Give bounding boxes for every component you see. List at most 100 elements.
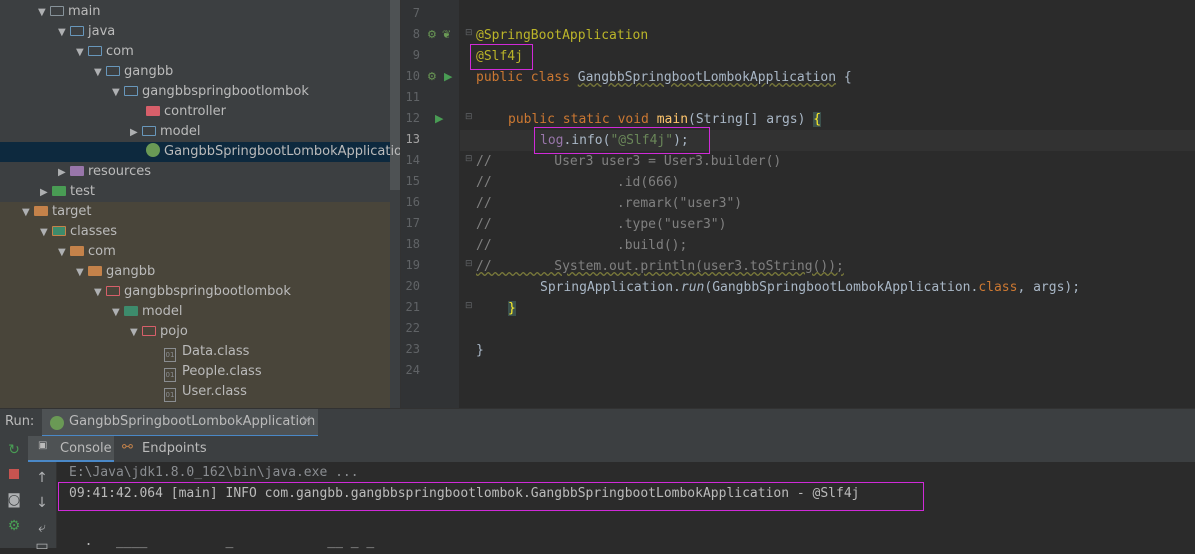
class-file-icon: 01	[164, 388, 176, 402]
project-tree: ▼ main ▼ java ▼ com ▼ gangbb ▼ gangbbspringbo…	[0, 0, 400, 408]
fold-marker-icon[interactable]: ⊟	[465, 154, 473, 164]
tree-item-people-class[interactable]: 01 People.class	[164, 362, 262, 382]
collapse-arrow-icon[interactable]: ▶	[40, 183, 52, 203]
line-number: 20	[405, 279, 420, 293]
run-toolwindow-header: Run: GangbbSpringbootLombokApplication ×	[0, 408, 1195, 437]
console-line-command: E:\Java\jdk1.8.0_162\bin\java.exe ...	[69, 465, 359, 480]
line-number: 16	[405, 195, 420, 209]
package-icon	[142, 126, 156, 136]
expand-arrow-icon[interactable]: ▼	[112, 83, 124, 103]
line-number: 19	[405, 258, 420, 272]
tab-endpoints-label: Endpoints	[142, 441, 207, 456]
code-line-10: public class GangbbSpringbootLombokAppli…	[476, 70, 852, 85]
code-line-14: // User3 user3 = User3.builder()	[476, 154, 782, 169]
excluded-folder-icon	[88, 266, 102, 276]
tree-item-test[interactable]: ▶ test	[40, 182, 95, 202]
tree-item-gangbb[interactable]: ▼ gangbb	[94, 62, 173, 82]
expand-arrow-icon[interactable]: ▼	[94, 283, 106, 303]
print-icon[interactable]: ▭	[33, 538, 51, 554]
tree-item-java[interactable]: ▼ java	[58, 22, 115, 42]
expand-arrow-icon[interactable]: ▼	[58, 243, 70, 263]
fold-marker-icon[interactable]: ⊟	[465, 259, 473, 269]
code-line-21: }	[508, 301, 516, 316]
highlight-box-log-call	[534, 127, 710, 154]
run-arrow-icon[interactable]: ▶	[435, 112, 443, 125]
spring-icon[interactable]: ⚙	[5, 518, 23, 534]
package-icon	[106, 66, 120, 76]
tree-item-com[interactable]: ▼ com	[76, 42, 134, 62]
spring-bean-icon[interactable]: ⚙	[427, 70, 437, 83]
tree-item-gangbb-target[interactable]: ▼ gangbb	[76, 262, 155, 282]
tree-item-main[interactable]: ▼ main	[38, 2, 100, 22]
excluded-folder-icon	[34, 206, 48, 216]
tree-item-model[interactable]: ▶ model	[130, 122, 200, 142]
close-tab-icon[interactable]: ×	[301, 413, 312, 428]
spring-bean-icon[interactable]: ⚙	[427, 28, 437, 41]
run-config-tab[interactable]: GangbbSpringbootLombokApplication ×	[42, 409, 318, 437]
tree-item-resources[interactable]: ▶ resources	[58, 162, 151, 182]
rerun-icon[interactable]: ↻	[5, 442, 23, 458]
expand-arrow-icon[interactable]: ▼	[76, 263, 88, 283]
spring-leaf-icon[interactable]: ❦	[442, 28, 451, 41]
collapse-arrow-icon[interactable]: ▶	[58, 163, 70, 183]
expand-arrow-icon[interactable]: ▼	[22, 203, 34, 223]
spring-boot-class-icon	[146, 143, 160, 157]
class-file-icon: 01	[164, 348, 176, 362]
console-line-banner: . ____ _ __ _ _	[69, 534, 375, 549]
line-number: 11	[405, 90, 420, 104]
fold-marker-icon[interactable]: ⊟	[465, 301, 473, 311]
line-number: 9	[412, 48, 420, 62]
tree-item-controller[interactable]: controller	[146, 102, 226, 122]
scroll-up-icon[interactable]: ↑	[33, 470, 51, 486]
console-side-toolbar: ↑ ↓ ⤶ ▭	[28, 462, 57, 554]
expand-arrow-icon[interactable]: ▼	[94, 63, 106, 83]
code-line-19: // System.out.println(user3.toString());	[476, 259, 844, 274]
line-number: 18	[405, 237, 420, 251]
run-arrow-icon[interactable]: ▶	[444, 70, 452, 83]
line-number: 23	[405, 342, 420, 356]
code-line-8: @SpringBootApplication	[476, 28, 649, 43]
highlight-box-annotation	[470, 44, 533, 70]
code-line-23: }	[476, 343, 484, 358]
highlight-box-console-log	[58, 482, 924, 511]
tab-console[interactable]: ▣ Console	[28, 436, 114, 462]
tree-item-pojo[interactable]: ▼ pojo	[130, 322, 188, 342]
fold-marker-icon[interactable]: ⊟	[465, 112, 473, 122]
tree-item-target[interactable]: ▼ target	[22, 202, 92, 222]
package-folder-icon	[106, 286, 120, 296]
tree-item-user-class[interactable]: 01 User.class	[164, 382, 247, 402]
classes-folder-icon	[52, 226, 66, 236]
line-number: 7	[412, 6, 420, 20]
expand-arrow-icon[interactable]: ▼	[40, 223, 52, 243]
stop-icon[interactable]	[5, 467, 23, 483]
tree-item-gangbbspringbootlombok[interactable]: ▼ gangbbspringbootlombok	[112, 82, 309, 102]
tree-item-com-target[interactable]: ▼ com	[58, 242, 116, 262]
line-number: 10	[405, 69, 420, 83]
tree-item-data-class[interactable]: 01 Data.class	[164, 342, 249, 362]
line-number: 17	[405, 216, 420, 230]
expand-arrow-icon[interactable]: ▼	[38, 3, 50, 23]
camera-icon[interactable]: ◙	[5, 492, 23, 508]
tab-endpoints[interactable]: ⚯ Endpoints	[118, 436, 228, 462]
code-line-15: // .id(666)	[476, 175, 680, 190]
tree-item-application-class[interactable]: GangbbSpringbootLombokApplication	[0, 142, 400, 162]
code-line-20: SpringApplication.run(GangbbSpringbootLo…	[540, 280, 1081, 295]
fold-marker-icon[interactable]: ⊟	[465, 28, 473, 38]
expand-arrow-icon[interactable]: ▼	[58, 23, 70, 43]
line-number: 14	[405, 153, 420, 167]
run-config-tab-label: GangbbSpringbootLombokApplication	[69, 414, 316, 429]
class-file-icon: 01	[164, 368, 176, 382]
resources-folder-icon	[70, 166, 84, 176]
scroll-down-icon[interactable]: ↓	[33, 495, 51, 511]
expand-arrow-icon[interactable]: ▼	[112, 303, 124, 323]
code-line-18: // .build();	[476, 238, 688, 253]
collapse-arrow-icon[interactable]: ▶	[130, 123, 142, 143]
tree-item-model-target[interactable]: ▼ model	[112, 302, 182, 322]
tree-item-classes[interactable]: ▼ classes	[40, 222, 117, 242]
controller-package-icon	[146, 106, 160, 116]
soft-wrap-icon[interactable]: ⤶	[33, 520, 51, 536]
expand-arrow-icon[interactable]: ▼	[130, 323, 142, 343]
run-label: Run:	[5, 414, 35, 429]
expand-arrow-icon[interactable]: ▼	[76, 43, 88, 63]
tree-item-gangbbspringbootlombok-target[interactable]: ▼ gangbbspringbootlombok	[94, 282, 291, 302]
